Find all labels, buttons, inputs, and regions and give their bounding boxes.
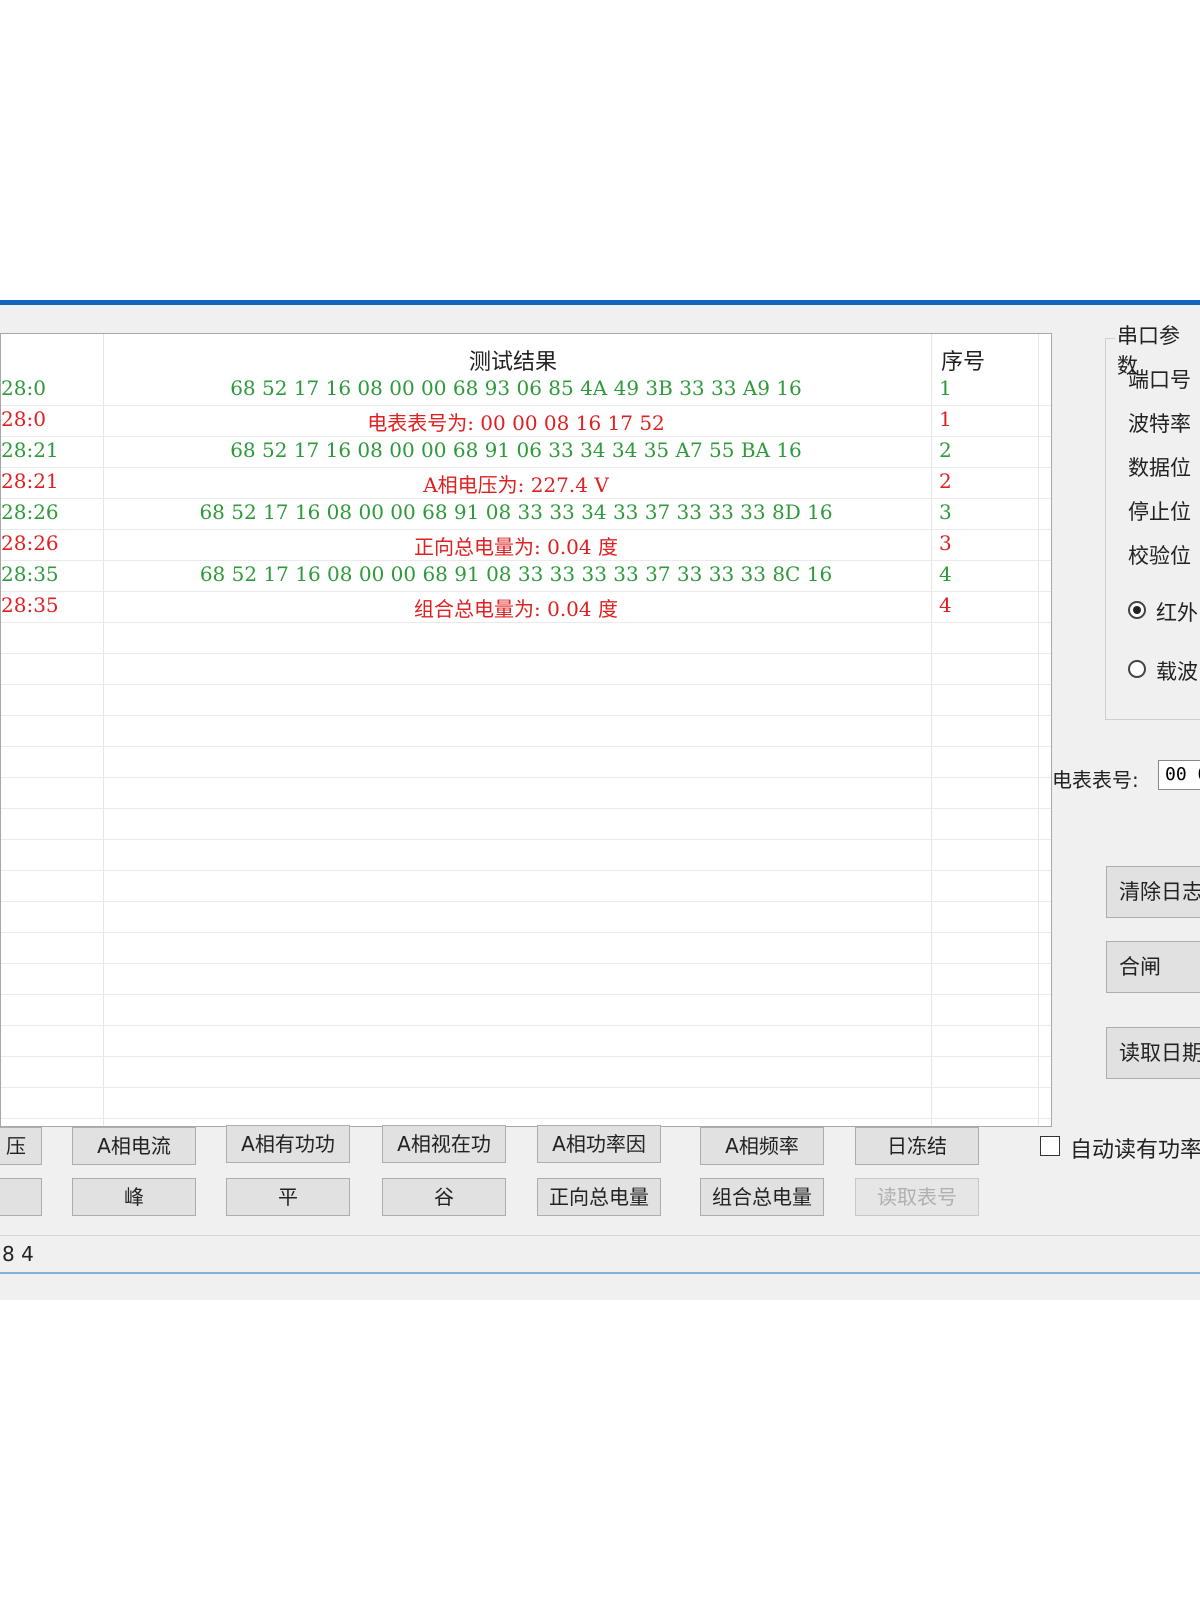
table-row[interactable]: 28:26 正向总电量为: 0.04 度 3 <box>1 529 1051 561</box>
a-current-button[interactable]: A相电流 <box>72 1127 196 1165</box>
flat-button[interactable]: 平 <box>226 1178 350 1216</box>
auto-read-checkbox[interactable] <box>1040 1136 1060 1156</box>
baud-label: 波特率 <box>1128 412 1191 436</box>
meter-number-input[interactable]: 00 0 <box>1158 760 1200 790</box>
empty-table-row[interactable] <box>1 777 1051 809</box>
row-result: 68 52 17 16 08 00 00 68 91 06 33 34 34 3… <box>230 438 802 462</box>
row-time: 28:0 <box>1 376 46 400</box>
app-window: 测试结果 序号 28:0 68 52 17 16 08 00 00 68 93 0… <box>0 300 1200 1300</box>
carrier-radio-label[interactable]: 载波 <box>1156 656 1198 686</box>
clear-log-button[interactable]: 清除日志 <box>1106 866 1200 918</box>
port-label: 端口号 <box>1128 368 1191 392</box>
read-date-button[interactable]: 读取日期 <box>1106 1027 1200 1079</box>
table-row[interactable]: 28:35 68 52 17 16 08 00 00 68 91 08 33 33… <box>1 560 1051 592</box>
empty-table-row[interactable] <box>1 870 1051 902</box>
combined-total-energy-button[interactable]: 组合总电量 <box>700 1178 824 1216</box>
row-result: 68 52 17 16 08 00 00 68 93 06 85 4A 49 3… <box>230 376 802 400</box>
row-time: 28:26 <box>1 531 59 555</box>
a-active-power-button[interactable]: A相有功功 <box>226 1125 350 1163</box>
empty-table-row[interactable] <box>1 622 1051 654</box>
empty-table-row[interactable] <box>1 715 1051 747</box>
meter-number-label: 电表表号: <box>1052 768 1139 792</box>
a-apparent-power-button[interactable]: A相视在功 <box>382 1125 506 1163</box>
window-title-bar <box>0 300 1200 305</box>
row-result: 组合总电量为: 0.04 度 <box>414 597 618 621</box>
empty-table-row[interactable] <box>1 808 1051 840</box>
row-seq: 1 <box>939 407 952 431</box>
a-power-factor-button[interactable]: A相功率因 <box>537 1125 661 1163</box>
forward-total-energy-button[interactable]: 正向总电量 <box>537 1178 661 1216</box>
empty-table-row[interactable] <box>1 994 1051 1026</box>
close-switch-button[interactable]: 合闸 <box>1106 941 1200 993</box>
row-seq: 1 <box>939 376 952 400</box>
empty-table-row[interactable] <box>1 746 1051 778</box>
result-grid[interactable]: 测试结果 序号 28:0 68 52 17 16 08 00 00 68 93 0… <box>0 333 1052 1127</box>
databits-label: 数据位 <box>1128 456 1191 480</box>
a-frequency-button[interactable]: A相频率 <box>700 1127 824 1165</box>
blank-button[interactable] <box>0 1178 42 1216</box>
row-result: 68 52 17 16 08 00 00 68 91 08 33 33 34 3… <box>199 500 833 524</box>
auto-read-label[interactable]: 自动读有功率 <box>1070 1132 1200 1164</box>
infrared-radio[interactable] <box>1128 601 1146 619</box>
header-result: 测试结果 <box>469 350 558 375</box>
empty-table-row[interactable] <box>1 1056 1051 1088</box>
grid-header: 测试结果 序号 <box>1 334 1051 375</box>
table-row[interactable]: 28:21 A相电压为: 227.4 V 2 <box>1 467 1051 499</box>
read-meter-number-button[interactable]: 读取表号 <box>855 1178 979 1216</box>
empty-table-row[interactable] <box>1 963 1051 995</box>
row-time: 28:35 <box>1 562 59 586</box>
row-result: 正向总电量为: 0.04 度 <box>414 535 618 559</box>
table-row[interactable]: 28:35 组合总电量为: 0.04 度 4 <box>1 591 1051 623</box>
peak-button[interactable]: 峰 <box>72 1178 196 1216</box>
row-time: 28:0 <box>1 407 46 431</box>
row-seq: 4 <box>939 593 952 617</box>
empty-table-row[interactable] <box>1 1087 1051 1119</box>
empty-table-row[interactable] <box>1 684 1051 716</box>
row-seq: 4 <box>939 562 952 586</box>
window-bottom-border <box>0 1272 1200 1274</box>
empty-table-row[interactable] <box>1 901 1051 933</box>
valley-button[interactable]: 谷 <box>382 1178 506 1216</box>
stopbits-label: 停止位 <box>1128 500 1191 524</box>
carrier-radio[interactable] <box>1128 660 1146 678</box>
row-time: 28:35 <box>1 593 59 617</box>
row-result: 电表表号为: 00 00 08 16 17 52 <box>367 411 665 435</box>
status-text: 8 4 <box>2 1242 34 1266</box>
row-result: A相电压为: 227.4 V <box>423 473 609 497</box>
parity-label: 校验位 <box>1128 544 1191 568</box>
empty-table-row[interactable] <box>1 932 1051 964</box>
status-bar: 8 4 <box>0 1235 1200 1274</box>
row-time: 28:21 <box>1 438 59 462</box>
row-time: 28:26 <box>1 500 59 524</box>
table-row[interactable]: 28:21 68 52 17 16 08 00 00 68 91 06 33 34… <box>1 436 1051 468</box>
table-row[interactable]: 28:0 68 52 17 16 08 00 00 68 93 06 85 4A … <box>1 374 1051 406</box>
row-seq: 3 <box>939 531 952 555</box>
row-result: 68 52 17 16 08 00 00 68 91 08 33 33 33 3… <box>199 562 833 586</box>
table-row[interactable]: 28:26 68 52 17 16 08 00 00 68 91 08 33 33… <box>1 498 1051 530</box>
header-seq: 序号 <box>941 350 986 375</box>
row-time: 28:21 <box>1 469 59 493</box>
voltage-button[interactable]: 压 <box>0 1127 42 1165</box>
empty-table-row[interactable] <box>1 839 1051 871</box>
daily-freeze-button[interactable]: 日冻结 <box>855 1127 979 1165</box>
infrared-radio-label[interactable]: 红外 <box>1156 597 1198 627</box>
row-seq: 3 <box>939 500 952 524</box>
row-seq: 2 <box>939 438 952 462</box>
empty-table-row[interactable] <box>1 1025 1051 1057</box>
row-seq: 2 <box>939 469 952 493</box>
empty-table-row[interactable] <box>1 653 1051 685</box>
table-row[interactable]: 28:0 电表表号为: 00 00 08 16 17 52 1 <box>1 405 1051 437</box>
